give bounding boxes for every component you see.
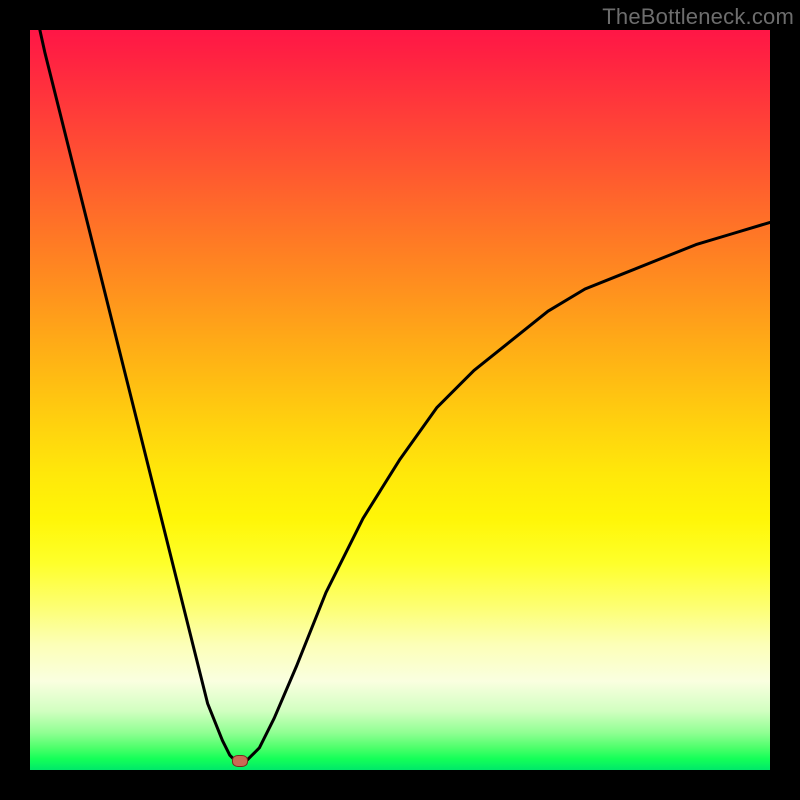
watermark-text: TheBottleneck.com [602,4,794,30]
chart-frame: TheBottleneck.com [0,0,800,800]
bottleneck-curve [30,30,770,770]
plot-area [30,30,770,770]
optimum-marker [232,755,248,767]
